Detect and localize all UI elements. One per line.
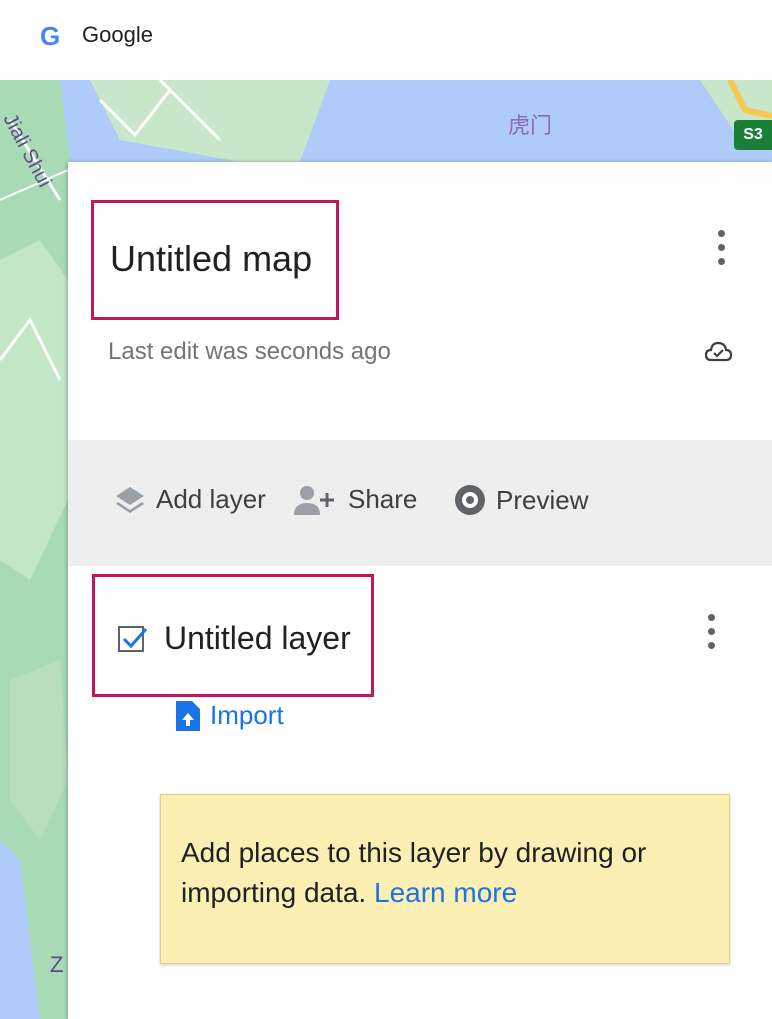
tooltip-message: Add places to this layer by drawing or i…	[181, 833, 721, 913]
add-layer-label: Add layer	[156, 484, 266, 514]
layer-visibility-checkbox[interactable]	[118, 625, 148, 652]
import-file-icon	[176, 700, 200, 731]
map-options-more-vert-icon[interactable]	[714, 230, 728, 265]
map-place-label: 虎门	[508, 113, 553, 138]
preview-button[interactable]: Preview	[454, 484, 588, 516]
layer-options-more-vert-icon[interactable]	[704, 614, 718, 649]
map-corner-label: Z	[50, 952, 64, 977]
map-toolbar: Add layer Share Preview	[68, 440, 772, 566]
cloud-saved-icon	[704, 341, 732, 362]
brand-name: Google	[82, 22, 153, 47]
preview-label: Preview	[496, 484, 589, 515]
preview-eye-icon	[455, 485, 485, 515]
top-bar: G Google	[0, 0, 772, 80]
layer-row[interactable]: Untitled layer	[118, 620, 351, 657]
google-g-icon: G	[40, 21, 60, 50]
add-layer-button[interactable]: Add layer	[114, 484, 266, 515]
help-tooltip: Add places to this layer by drawing or i…	[160, 794, 730, 964]
share-button[interactable]: Share	[294, 484, 417, 515]
map-details-panel: Untitled map Last edit was seconds ago A…	[68, 162, 772, 1019]
highway-shield: S3	[734, 120, 772, 150]
person-add-icon	[294, 485, 334, 515]
import-label: Import	[210, 700, 284, 730]
layer-name[interactable]: Untitled layer	[164, 620, 351, 657]
layers-icon	[116, 486, 144, 513]
share-label: Share	[348, 484, 418, 514]
svg-text:G: G	[40, 21, 60, 50]
checkbox-checked-icon	[122, 627, 148, 648]
learn-more-link[interactable]: Learn more	[374, 877, 517, 908]
import-link[interactable]: Import	[176, 700, 284, 731]
map-title[interactable]: Untitled map	[110, 238, 312, 280]
last-edit-status: Last edit was seconds ago	[108, 338, 391, 365]
